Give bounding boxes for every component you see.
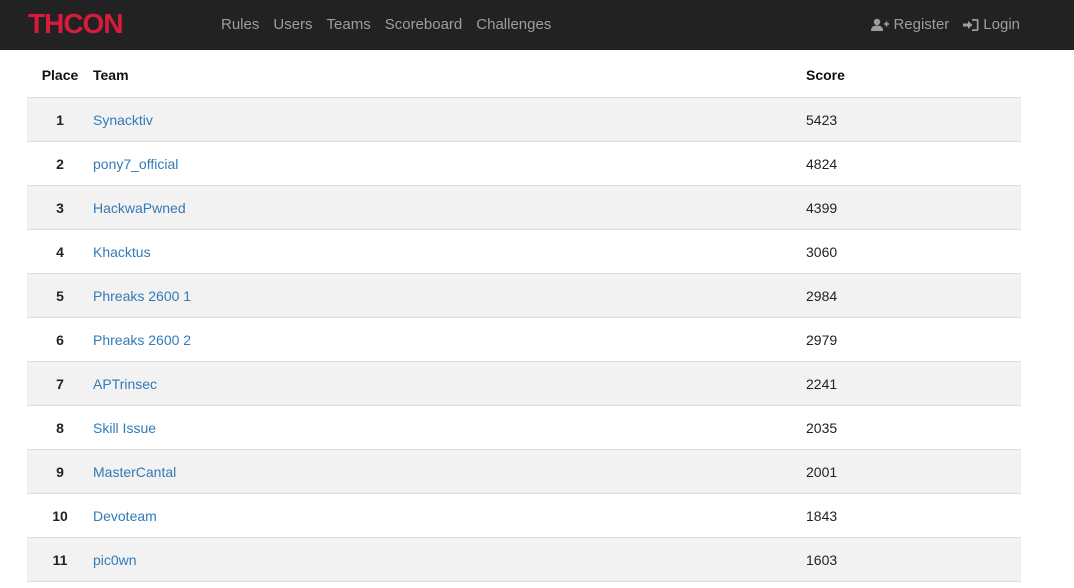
account-nav: Register Login xyxy=(857,0,1020,50)
place-cell: 2 xyxy=(27,141,93,186)
place-cell: 6 xyxy=(27,317,93,362)
team-header: Team xyxy=(93,53,806,98)
place-cell: 3 xyxy=(27,185,93,230)
user-plus-icon xyxy=(871,18,890,31)
team-cell: Devoteam xyxy=(93,493,806,538)
team-link[interactable]: Phreaks 2600 1 xyxy=(93,288,191,304)
table-row: 10 Devoteam 1843 xyxy=(27,493,1021,538)
team-cell: Synacktiv xyxy=(93,97,806,142)
score-cell: 4399 xyxy=(806,185,1021,230)
nav-scoreboard[interactable]: Scoreboard xyxy=(378,0,470,50)
nav-rules[interactable]: Rules xyxy=(214,0,266,50)
place-cell: 9 xyxy=(27,449,93,494)
team-cell: MasterCantal xyxy=(93,449,806,494)
register-label: Register xyxy=(893,16,950,33)
score-cell: 2241 xyxy=(806,361,1021,406)
place-header: Place xyxy=(27,53,93,98)
team-link[interactable]: Synacktiv xyxy=(93,112,153,128)
score-cell: 2001 xyxy=(806,449,1021,494)
place-cell: 5 xyxy=(27,273,93,318)
team-cell: pic0wn xyxy=(93,537,806,582)
sign-in-icon xyxy=(963,19,979,31)
place-cell: 7 xyxy=(27,361,93,406)
svg-text:THCON: THCON xyxy=(28,9,123,37)
score-cell: 3060 xyxy=(806,229,1021,274)
score-cell: 1843 xyxy=(806,493,1021,538)
team-cell: Phreaks 2600 1 xyxy=(93,273,806,318)
place-cell: 11 xyxy=(27,537,93,582)
table-row: 5 Phreaks 2600 1 2984 xyxy=(27,273,1021,318)
score-cell: 2979 xyxy=(806,317,1021,362)
score-cell: 2984 xyxy=(806,273,1021,318)
team-cell: Skill Issue xyxy=(93,405,806,450)
table-row: 3 HackwaPwned 4399 xyxy=(27,185,1021,230)
table-row: 2 pony7_official 4824 xyxy=(27,141,1021,186)
team-link[interactable]: Phreaks 2600 2 xyxy=(93,332,191,348)
team-cell: Phreaks 2600 2 xyxy=(93,317,806,362)
team-link[interactable]: Skill Issue xyxy=(93,420,156,436)
score-cell: 1603 xyxy=(806,537,1021,582)
place-cell: 10 xyxy=(27,493,93,538)
thcon-logo[interactable]: THCON xyxy=(28,9,136,37)
table-row: 9 MasterCantal 2001 xyxy=(27,449,1021,494)
table-row: 4 Khacktus 3060 xyxy=(27,229,1021,274)
team-link[interactable]: Devoteam xyxy=(93,508,157,524)
score-cell: 4824 xyxy=(806,141,1021,186)
nav-challenges[interactable]: Challenges xyxy=(469,0,558,50)
table-row: 11 pic0wn 1603 xyxy=(27,537,1021,582)
team-cell: APTrinsec xyxy=(93,361,806,406)
table-row: 7 APTrinsec 2241 xyxy=(27,361,1021,406)
top-navbar: THCON Rules Users Teams Scoreboard Chall… xyxy=(0,0,1074,50)
place-cell: 1 xyxy=(27,97,93,142)
team-link[interactable]: Khacktus xyxy=(93,244,151,260)
team-link[interactable]: pic0wn xyxy=(93,552,137,568)
team-link[interactable]: pony7_official xyxy=(93,156,178,172)
team-cell: pony7_official xyxy=(93,141,806,186)
place-cell: 8 xyxy=(27,405,93,450)
table-row: 1 Synacktiv 5423 xyxy=(27,97,1021,142)
team-cell: Khacktus xyxy=(93,229,806,274)
table-header-row: Place Team Score xyxy=(27,53,1021,98)
team-cell: HackwaPwned xyxy=(93,185,806,230)
login-label: Login xyxy=(983,16,1020,33)
nav-users[interactable]: Users xyxy=(266,0,319,50)
login-link[interactable]: Login xyxy=(949,0,1020,50)
score-header: Score xyxy=(806,53,1021,98)
team-link[interactable]: HackwaPwned xyxy=(93,200,186,216)
nav-teams[interactable]: Teams xyxy=(320,0,378,50)
team-link[interactable]: APTrinsec xyxy=(93,376,157,392)
team-link[interactable]: MasterCantal xyxy=(93,464,176,480)
place-cell: 4 xyxy=(27,229,93,274)
score-cell: 5423 xyxy=(806,97,1021,142)
table-row: 6 Phreaks 2600 2 2979 xyxy=(27,317,1021,362)
scoreboard-table: Place Team Score 1 Synacktiv 5423 2 pony… xyxy=(27,53,1021,582)
score-cell: 2035 xyxy=(806,405,1021,450)
register-link[interactable]: Register xyxy=(857,0,949,50)
main-nav: Rules Users Teams Scoreboard Challenges xyxy=(214,0,558,50)
table-row: 8 Skill Issue 2035 xyxy=(27,405,1021,450)
